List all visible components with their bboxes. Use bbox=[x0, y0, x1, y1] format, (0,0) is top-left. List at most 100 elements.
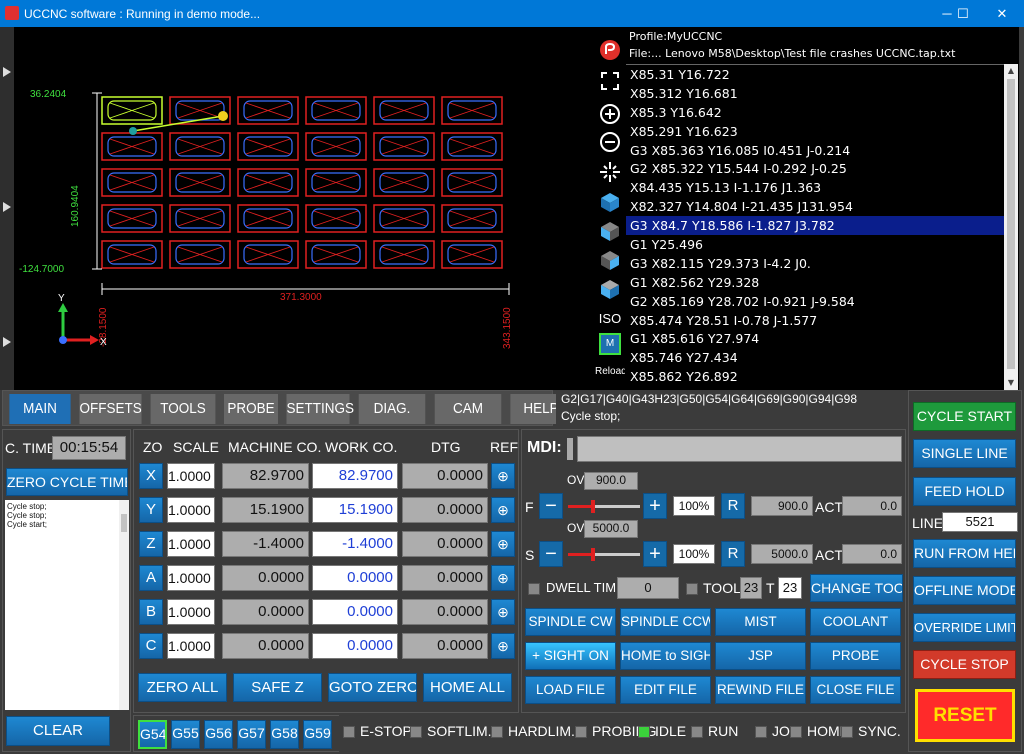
view-top-icon[interactable] bbox=[597, 191, 623, 213]
work-c-input[interactable]: 0.0000 bbox=[312, 633, 398, 659]
wcs-g54-button[interactable]: G54 bbox=[138, 720, 167, 749]
log-scrollbar[interactable] bbox=[119, 500, 129, 710]
gcode-line[interactable]: G1 Y25.496 bbox=[626, 235, 1004, 254]
gcode-line[interactable]: X84.435 Y15.13 I-1.176 J1.363 bbox=[626, 178, 1004, 197]
gcode-line[interactable]: G1 X82.562 Y29.328 bbox=[626, 273, 1004, 292]
feed-hold-button[interactable]: FEED HOLD bbox=[913, 477, 1016, 506]
spindle-ccw-button[interactable]: SPINDLE CCW bbox=[620, 608, 711, 636]
gcode-line[interactable]: X85.312 Y16.681 bbox=[626, 84, 1004, 103]
maximize-button[interactable]: ☐ bbox=[946, 0, 980, 27]
work-y-input[interactable]: 15.1900 bbox=[312, 497, 398, 523]
spindle-cw-button[interactable]: SPINDLE CW bbox=[525, 608, 616, 636]
close-button[interactable]: ✕ bbox=[985, 0, 1019, 27]
reset-button[interactable]: RESET bbox=[915, 689, 1015, 742]
ref-b-button[interactable]: ⊕ bbox=[491, 599, 515, 625]
scale-c[interactable]: 1.0000 bbox=[167, 633, 215, 659]
feed-minus-button[interactable]: − bbox=[539, 493, 563, 519]
axis-zero-x-button[interactable]: X bbox=[139, 463, 163, 489]
tab-tools[interactable]: TOOLS bbox=[150, 394, 216, 424]
override-limits-button[interactable]: OVERRIDE LIMITS bbox=[913, 613, 1016, 642]
feed-plus-button[interactable]: + bbox=[643, 493, 667, 519]
tab-diag[interactable]: DIAG. bbox=[358, 394, 426, 424]
home-to-sight-button[interactable]: HOME to SIGHT bbox=[620, 642, 711, 670]
dro-home-all-button[interactable]: HOME ALL bbox=[423, 673, 512, 702]
gcode-line[interactable]: X85.31 Y16.722 bbox=[626, 65, 1004, 84]
spindle-plus-button[interactable]: + bbox=[643, 541, 667, 567]
scale-z[interactable]: 1.0000 bbox=[167, 531, 215, 557]
wcs-g56-button[interactable]: G56 bbox=[204, 720, 233, 749]
rewind-file-button[interactable]: REWIND FILE bbox=[715, 676, 806, 704]
scale-y[interactable]: 1.0000 bbox=[167, 497, 215, 523]
view-back-icon[interactable] bbox=[597, 278, 623, 300]
gcode-line[interactable]: G1 X85.616 Y27.974 bbox=[626, 329, 1004, 348]
change-tool-button[interactable]: CHANGE TOOL bbox=[810, 574, 903, 602]
axis-zero-b-button[interactable]: B bbox=[139, 599, 163, 625]
dro-safe-z-button[interactable]: SAFE Z bbox=[233, 673, 322, 702]
gcode-line[interactable]: X85.3 Y16.642 bbox=[626, 103, 1004, 122]
work-b-input[interactable]: 0.0000 bbox=[312, 599, 398, 625]
expand-arrow-icon[interactable] bbox=[3, 202, 11, 212]
gcode-scrollbar[interactable]: ▲ ▼ bbox=[1004, 64, 1018, 390]
reload-button[interactable]: Reload bbox=[595, 361, 627, 383]
work-x-input[interactable]: 82.9700 bbox=[312, 463, 398, 489]
ref-a-button[interactable]: ⊕ bbox=[491, 565, 515, 591]
view-side-icon[interactable] bbox=[597, 249, 623, 271]
spindle-override-slider[interactable] bbox=[568, 548, 640, 561]
tab-main[interactable]: MAIN bbox=[9, 394, 71, 424]
wcs-g55-button[interactable]: G55 bbox=[171, 720, 200, 749]
zero-cycle-time-button[interactable]: ZERO CYCLE TIME bbox=[6, 468, 128, 496]
mdi-input[interactable] bbox=[577, 436, 902, 462]
scroll-up-icon[interactable]: ▲ bbox=[1004, 65, 1018, 77]
view-front-icon[interactable] bbox=[597, 220, 623, 242]
edit-file-button[interactable]: EDIT FILE bbox=[620, 676, 711, 704]
axis-zero-a-button[interactable]: A bbox=[139, 565, 163, 591]
scroll-thumb[interactable] bbox=[1007, 79, 1015, 369]
feed-reset-button[interactable]: R bbox=[721, 493, 745, 519]
gcode-line[interactable]: X82.327 Y14.804 I-21.435 J131.954 bbox=[626, 197, 1004, 216]
jsp-button[interactable]: JSP bbox=[715, 642, 806, 670]
gcode-line[interactable]: X85.291 Y16.623 bbox=[626, 122, 1004, 141]
dwell-checkbox[interactable] bbox=[528, 583, 540, 595]
scale-a[interactable]: 1.0000 bbox=[167, 565, 215, 591]
scale-b[interactable]: 1.0000 bbox=[167, 599, 215, 625]
tab-settings[interactable]: SETTINGS bbox=[286, 394, 354, 424]
gcode-line[interactable]: X85.862 Y26.892 bbox=[626, 367, 1004, 386]
wcs-g57-button[interactable]: G57 bbox=[237, 720, 266, 749]
work-z-input[interactable]: -1.4000 bbox=[312, 531, 398, 557]
probe-button[interactable]: PROBE bbox=[810, 642, 901, 670]
work-a-input[interactable]: 0.0000 bbox=[312, 565, 398, 591]
axis-zero-z-button[interactable]: Z bbox=[139, 531, 163, 557]
gcode-line[interactable]: G3 X82.115 Y29.373 I-4.2 J0. bbox=[626, 254, 1004, 273]
ref-y-button[interactable]: ⊕ bbox=[491, 497, 515, 523]
spindle-reset-button[interactable]: R bbox=[721, 541, 745, 567]
gcode-line[interactable]: X85.746 Y27.434 bbox=[626, 348, 1004, 367]
tool-checkbox[interactable] bbox=[686, 583, 698, 595]
toolpath-viewer[interactable]: 36.2404 -124.7000 160.9404 371.3000 -28.… bbox=[14, 27, 595, 390]
cycle-start-button[interactable]: CYCLE START bbox=[913, 402, 1016, 431]
dro-goto-zero-button[interactable]: GOTO ZERO bbox=[328, 673, 417, 702]
mist-button[interactable]: MIST bbox=[715, 608, 806, 636]
load-file-button[interactable]: LOAD FILE bbox=[525, 676, 616, 704]
axis-zero-y-button[interactable]: Y bbox=[139, 497, 163, 523]
gcode-line[interactable]: G2 X85.322 Y15.544 I-0.292 J-0.25 bbox=[626, 159, 1004, 178]
fit-view-icon[interactable] bbox=[597, 71, 623, 93]
spindle-minus-button[interactable]: − bbox=[539, 541, 563, 567]
gcode-line[interactable]: G3 X84.7 Y18.586 I-1.827 J3.782 bbox=[626, 216, 1004, 236]
tab-offsets[interactable]: OFFSETS bbox=[79, 394, 142, 424]
scroll-down-icon[interactable]: ▼ bbox=[1004, 377, 1018, 389]
iso-view-button[interactable]: ISO bbox=[597, 308, 623, 330]
clear-log-button[interactable]: CLEAR bbox=[6, 716, 110, 746]
gcode-line[interactable]: X85.474 Y28.51 I-0.78 J-1.577 bbox=[626, 311, 1004, 330]
wcs-g58-button[interactable]: G58 bbox=[270, 720, 299, 749]
zoom-out-icon[interactable] bbox=[597, 131, 623, 153]
run-from-here-button[interactable]: RUN FROM HERE bbox=[913, 539, 1016, 568]
gcode-line[interactable]: G2 X85.169 Y28.702 I-0.921 J-9.584 bbox=[626, 292, 1004, 311]
feed-override-slider[interactable] bbox=[568, 500, 640, 513]
scale-x[interactable]: 1.0000 bbox=[167, 463, 215, 489]
expand-arrow-icon[interactable] bbox=[3, 337, 11, 347]
center-view-icon[interactable] bbox=[597, 161, 623, 183]
cycle-stop-button[interactable]: CYCLE STOP bbox=[913, 650, 1016, 679]
close-file-button[interactable]: CLOSE FILE bbox=[810, 676, 901, 704]
offline-mode-button[interactable]: OFFLINE MODE bbox=[913, 576, 1016, 605]
tab-probe[interactable]: PROBE bbox=[224, 394, 278, 424]
